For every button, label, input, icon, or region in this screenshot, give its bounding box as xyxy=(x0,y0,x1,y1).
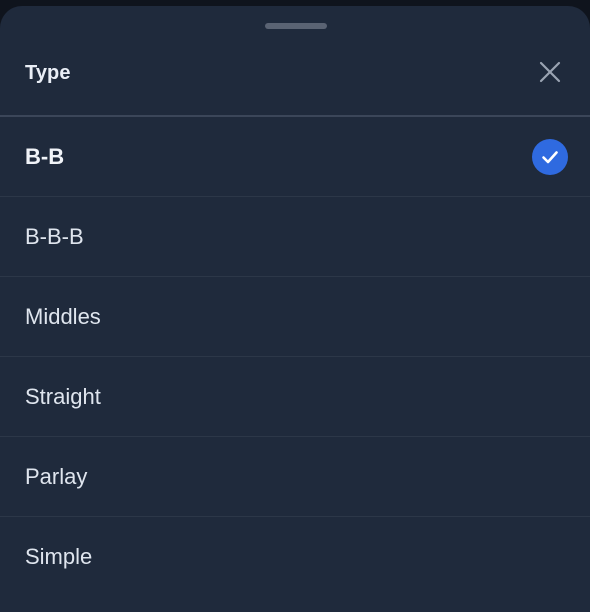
drag-handle[interactable] xyxy=(265,23,327,29)
close-button[interactable] xyxy=(536,58,564,86)
option-b-b-b[interactable]: B-B-B xyxy=(0,197,590,277)
option-parlay[interactable]: Parlay xyxy=(0,437,590,517)
option-label: Parlay xyxy=(25,464,88,489)
close-icon xyxy=(539,61,561,83)
type-options-list: B-B B-B-B Middles Straight Parlay Simple xyxy=(0,117,590,596)
selected-check xyxy=(532,139,568,175)
option-label: Simple xyxy=(25,544,93,569)
option-simple[interactable]: Simple xyxy=(0,517,590,596)
option-straight[interactable]: Straight xyxy=(0,357,590,437)
sheet-header: Type xyxy=(0,36,590,117)
option-label: B-B xyxy=(25,144,65,169)
option-label: Middles xyxy=(25,304,101,329)
bottom-sheet: Type B-B B-B-B Middles Straight Parlay S… xyxy=(0,6,590,612)
option-label: B-B-B xyxy=(25,224,84,249)
option-b-b[interactable]: B-B xyxy=(0,117,590,197)
sheet-title: Type xyxy=(25,62,71,84)
option-label: Straight xyxy=(25,384,101,409)
checkmark-icon xyxy=(542,151,558,164)
option-middles[interactable]: Middles xyxy=(0,277,590,357)
